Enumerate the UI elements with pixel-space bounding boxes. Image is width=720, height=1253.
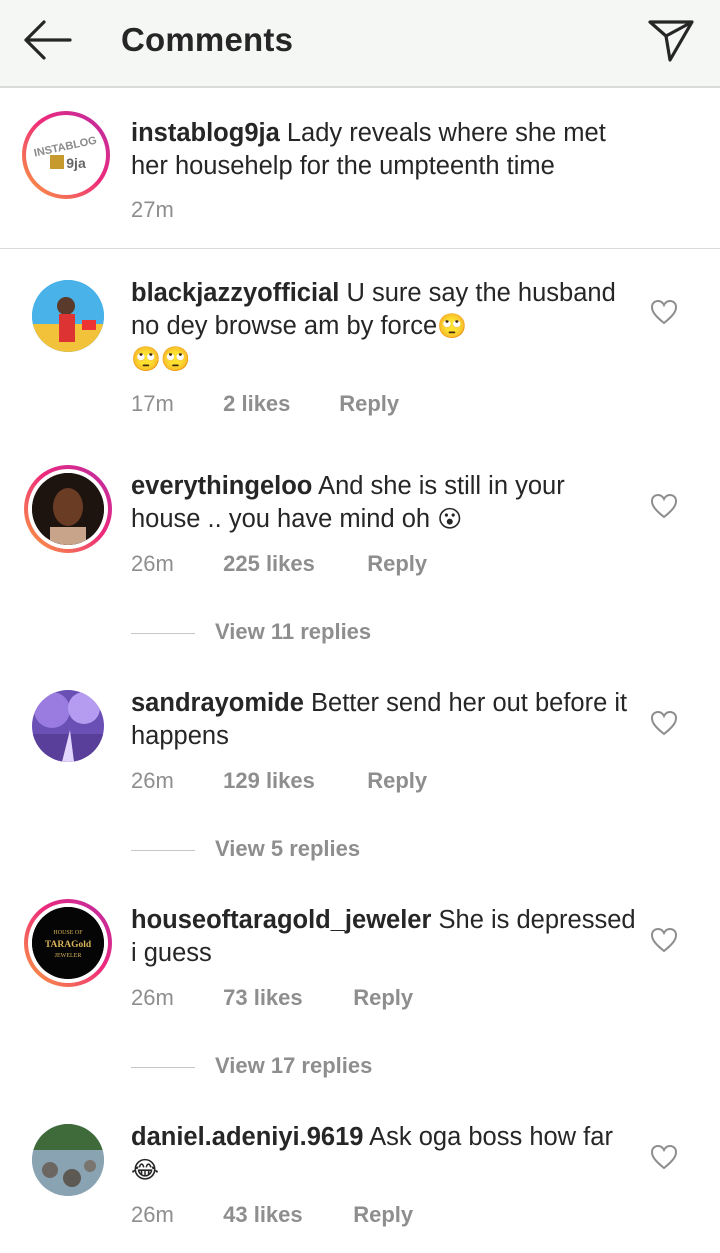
astonished-face-icon: 😮 <box>437 505 463 533</box>
comment-username[interactable]: daniel.adeniyi.9619 <box>131 1123 363 1151</box>
reply-button[interactable]: Reply <box>353 1202 413 1228</box>
avatar[interactable] <box>32 690 104 762</box>
caption-text: instablog9ja Lady reveals where she met … <box>131 117 641 183</box>
comment-time: 26m <box>131 1202 174 1227</box>
comment-time: 17m <box>131 391 174 416</box>
heart-icon[interactable] <box>650 1144 678 1170</box>
divider <box>131 849 195 851</box>
heart-icon[interactable] <box>650 927 678 953</box>
avatar[interactable] <box>32 1124 104 1196</box>
instablog-logo-icon: INSTABLOG 9ja <box>33 125 98 185</box>
avatar[interactable]: HOUSE OF TARAGold JEWELER <box>24 899 112 987</box>
page-title: Comments <box>121 21 294 58</box>
heart-icon[interactable] <box>650 493 678 519</box>
comment-likes[interactable]: 43 likes <box>223 1202 347 1228</box>
avatar[interactable]: INSTABLOG 9ja <box>22 111 110 199</box>
svg-text:JEWELER: JEWELER <box>55 953 82 959</box>
comment-time: 26m <box>131 985 174 1010</box>
view-replies-label: View 5 replies <box>215 836 361 861</box>
view-replies-link[interactable]: View 5 replies <box>131 836 360 862</box>
comment-time: 26m <box>131 768 174 793</box>
comment-username[interactable]: everythingeloo <box>131 472 312 500</box>
face-with-rolling-eyes-icon: 🙄 <box>437 312 468 340</box>
heart-icon[interactable] <box>650 299 678 325</box>
svg-text:TARAGold: TARAGold <box>45 940 92 950</box>
caption-meta: 27m <box>131 197 174 223</box>
top-bar: Comments <box>0 0 720 88</box>
avatar[interactable] <box>24 465 112 553</box>
comment-likes[interactable]: 225 likes <box>223 551 361 577</box>
reply-button[interactable]: Reply <box>353 985 413 1011</box>
comment-likes[interactable]: 129 likes <box>223 768 361 794</box>
comment-likes[interactable]: 2 likes <box>223 391 333 417</box>
face-with-tears-of-joy-icon: 😂 <box>131 1156 160 1184</box>
comment-body: Ask oga boss how far <box>369 1123 613 1151</box>
avatar[interactable] <box>32 280 104 352</box>
svg-text:HOUSE OF: HOUSE OF <box>53 930 83 936</box>
svg-text:9ja: 9ja <box>66 155 86 171</box>
caption-username[interactable]: instablog9ja <box>131 119 280 147</box>
divider <box>131 1066 195 1068</box>
post-caption: INSTABLOG 9ja instablog9ja Lady reveals … <box>0 90 720 249</box>
reply-button[interactable]: Reply <box>367 768 427 794</box>
back-arrow-icon[interactable] <box>20 18 76 62</box>
comment-username[interactable]: houseoftaragold_jeweler <box>131 906 431 934</box>
view-replies-link[interactable]: View 11 replies <box>131 619 371 645</box>
send-direct-icon[interactable] <box>642 14 700 66</box>
taragold-logo-icon: HOUSE OF TARAGold JEWELER <box>32 907 104 979</box>
comment-likes[interactable]: 73 likes <box>223 985 347 1011</box>
view-replies-label: View 17 replies <box>215 1053 373 1078</box>
divider <box>131 632 195 634</box>
heart-icon[interactable] <box>650 710 678 736</box>
view-replies-label: View 11 replies <box>215 619 372 644</box>
face-with-rolling-eyes-icon: 🙄🙄 <box>131 345 191 373</box>
comment-username[interactable]: sandrayomide <box>131 689 304 717</box>
view-replies-link[interactable]: View 17 replies <box>131 1053 372 1079</box>
comment-time: 26m <box>131 551 174 576</box>
caption-time: 27m <box>131 197 174 222</box>
comment-username[interactable]: blackjazzyofficial <box>131 279 339 307</box>
reply-button[interactable]: Reply <box>339 391 399 417</box>
reply-button[interactable]: Reply <box>367 551 427 577</box>
